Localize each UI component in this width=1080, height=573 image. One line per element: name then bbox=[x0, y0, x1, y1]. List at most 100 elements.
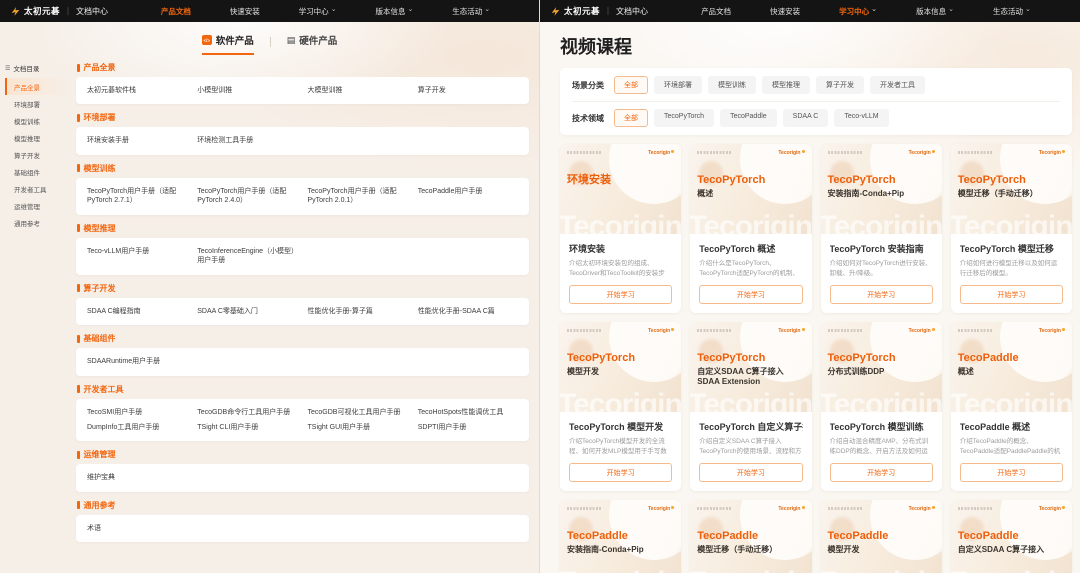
nav-item[interactable]: 产品文档 ⌄ bbox=[161, 6, 191, 17]
start-learning-button[interactable]: 开始学习 bbox=[699, 285, 802, 304]
video-course-card[interactable]: Tecorigin TecoPyTorch 安装指南-Conda+Pip Tec… bbox=[821, 144, 942, 313]
sidebar-item[interactable]: 开发者工具 bbox=[5, 180, 70, 197]
course-description: 介绍太初环境安装包的组成、TecoDriver和TecoToolkit的安装步骤… bbox=[569, 259, 672, 279]
doc-link[interactable]: TecoInferenceEngine（小模型）用户手册 bbox=[197, 247, 297, 266]
tab-divider bbox=[270, 37, 271, 47]
sidebar-item[interactable]: 模型推理 bbox=[5, 129, 70, 146]
sidebar-item[interactable]: 基础组件 bbox=[5, 163, 70, 180]
filter-chip[interactable]: TecoPyTorch bbox=[654, 109, 714, 127]
brand[interactable]: 太初元碁 ｜ 文档中心 bbox=[550, 5, 648, 17]
nav-item-label: 版本信息 bbox=[375, 6, 405, 17]
nav-item[interactable]: 生态活动 ⌄ bbox=[993, 6, 1031, 17]
filter-chip[interactable]: 模型推理 bbox=[762, 76, 810, 94]
doc-link[interactable]: TecoGDB可视化工具用户手册 bbox=[308, 408, 408, 417]
doc-link[interactable]: TecoPaddle用户手册 bbox=[418, 187, 518, 206]
course-description: 介绍自定义SDAA C算子接入TecoPyTorch的使用场景、流程和方法。 bbox=[699, 437, 802, 457]
doc-link[interactable]: 小模型训推 bbox=[197, 86, 297, 95]
video-course-card[interactable]: Tecorigin TecoPaddle 模型迁移（手动迁移） Tecorigi… bbox=[690, 500, 811, 573]
filter-chip[interactable]: 全部 bbox=[614, 109, 648, 127]
start-learning-button[interactable]: 开始学习 bbox=[699, 463, 802, 482]
video-course-card[interactable]: Tecorigin TecoPaddle 模型开发 Tecorigin Teco… bbox=[821, 500, 942, 573]
course-thumbnail: Tecorigin TecoPaddle 安装指南-Conda+Pip Teco… bbox=[560, 500, 681, 573]
section-header: 基础组件 bbox=[76, 331, 529, 348]
doc-link[interactable]: 性能优化手册-SDAA C篇 bbox=[418, 307, 518, 316]
section-card: TecoPyTorch用户手册（适配PyTorch 2.7.1） TecoPyTo… bbox=[76, 178, 529, 215]
start-learning-button[interactable]: 开始学习 bbox=[960, 463, 1063, 482]
doc-link[interactable]: 算子开发 bbox=[418, 86, 518, 95]
nav-item[interactable]: 产品文档 ⌄ bbox=[701, 6, 731, 17]
doc-link[interactable]: 环境安装手册 bbox=[87, 136, 187, 145]
video-course-card[interactable]: Tecorigin TecoPaddle 概述 Tecorigin TecoPa… bbox=[951, 322, 1072, 491]
video-course-card[interactable]: Tecorigin TecoPyTorch 模型迁移（手动迁移） Tecorig… bbox=[951, 144, 1072, 313]
thumbnail-header: Tecorigin bbox=[828, 150, 935, 156]
tecorigin-logo: Tecorigin bbox=[1039, 328, 1065, 334]
doc-link[interactable]: TecoPyTorch用户手册（适配PyTorch 2.0.1） bbox=[308, 187, 408, 206]
thumbnail-header: Tecorigin bbox=[567, 506, 674, 512]
video-course-card[interactable]: Tecorigin TecoPaddle 安装指南-Conda+Pip Teco… bbox=[560, 500, 681, 573]
doc-link[interactable]: SDAARuntime用户手册 bbox=[87, 357, 187, 366]
nav-item[interactable]: 学习中心 ⌄ bbox=[299, 6, 337, 17]
doc-link[interactable]: 维护宝典 bbox=[87, 473, 187, 482]
doc-link[interactable]: 术语 bbox=[87, 524, 187, 533]
sidebar-item[interactable]: 运维管理 bbox=[5, 197, 70, 214]
video-course-card[interactable]: Tecorigin TecoPyTorch 概述 Tecorigin TecoP… bbox=[690, 144, 811, 313]
sidebar-item[interactable]: 产品全景 bbox=[5, 78, 70, 95]
doc-link[interactable]: TSight CLI用户手册 bbox=[197, 423, 297, 432]
nav-menu-left: 产品文档 ⌄ 快速安装 ⌄ 学习中心 ⌄ 版本信息 ⌄ 生态活动 ⌄ bbox=[122, 6, 529, 17]
doc-link[interactable]: 太初元碁软件栈 bbox=[87, 86, 187, 95]
doc-link[interactable]: TecoPyTorch用户手册（适配PyTorch 2.4.0） bbox=[197, 187, 297, 206]
doc-link[interactable]: TecoGDB命令行工具用户手册 bbox=[197, 408, 297, 417]
doc-link[interactable]: Teco-vLLM用户手册 bbox=[87, 247, 187, 266]
filter-chip[interactable]: 全部 bbox=[614, 76, 648, 94]
docs-body: ☰ 文档目录 产品全景 环境部署 模型训练 模型推理 算子开发 bbox=[0, 58, 539, 548]
video-course-card[interactable]: Tecorigin TecoPyTorch 分布式训练DDP Tecorigin… bbox=[821, 322, 942, 491]
video-course-card[interactable]: Tecorigin 环境安装 Tecorigin 环境安装 介绍太初环境安装包的… bbox=[560, 144, 681, 313]
filter-chip[interactable]: Teco-vLLM bbox=[834, 109, 888, 127]
doc-link[interactable]: TecoPyTorch用户手册（适配PyTorch 2.7.1） bbox=[87, 187, 187, 206]
doc-link[interactable]: 性能优化手册-算子篇 bbox=[308, 307, 408, 316]
nav-item[interactable]: 生态活动 ⌄ bbox=[452, 6, 490, 17]
nav-item[interactable]: 学习中心 ⌄ bbox=[839, 6, 877, 17]
start-learning-button[interactable]: 开始学习 bbox=[830, 463, 933, 482]
nav-item-label: 快速安装 bbox=[230, 6, 260, 17]
video-course-card[interactable]: Tecorigin TecoPyTorch 自定义SDAA C算子接入 SDAA… bbox=[690, 322, 811, 491]
tab-hardware-products[interactable]: ▤ 硬件产品 bbox=[287, 33, 338, 55]
doc-link[interactable]: 环境检测工具手册 bbox=[197, 136, 297, 145]
start-learning-button[interactable]: 开始学习 bbox=[569, 285, 672, 304]
nav-item[interactable]: 快速安装 ⌄ bbox=[230, 6, 260, 17]
sidebar-item[interactable]: 模型训练 bbox=[5, 112, 70, 129]
filter-chip[interactable]: SDAA C bbox=[783, 109, 829, 127]
nav-item[interactable]: 版本信息 ⌄ bbox=[375, 6, 413, 17]
sidebar-item[interactable]: 环境部署 bbox=[5, 95, 70, 112]
brand[interactable]: 太初元碁 ｜ 文档中心 bbox=[10, 5, 108, 17]
doc-link[interactable]: TecoHotSpots性能调优工具 bbox=[418, 408, 518, 417]
doc-link[interactable]: DumpInfo工具用户手册 bbox=[87, 423, 187, 432]
section-title: 产品全景 bbox=[84, 62, 116, 73]
video-course-card[interactable]: Tecorigin TecoPaddle 自定义SDAA C算子接入 Tecor… bbox=[951, 500, 1072, 573]
nav-item[interactable]: 快速安装 ⌄ bbox=[770, 6, 800, 17]
video-course-card[interactable]: Tecorigin TecoPyTorch 模型开发 Tecorigin Tec… bbox=[560, 322, 681, 491]
filter-chip[interactable]: 模型训练 bbox=[708, 76, 756, 94]
filter-chip[interactable]: 环境部署 bbox=[654, 76, 702, 94]
doc-link[interactable]: SDAA C编程指南 bbox=[87, 307, 187, 316]
start-learning-button[interactable]: 开始学习 bbox=[569, 463, 672, 482]
doc-link[interactable]: SDPTI用户手册 bbox=[418, 423, 518, 432]
tab-software-products[interactable]: </> 软件产品 bbox=[202, 33, 254, 55]
product-docs-page: 太初元碁 ｜ 文档中心 产品文档 ⌄ 快速安装 ⌄ 学习中心 ⌄ 版本信息 bbox=[0, 0, 540, 573]
sidebar-item[interactable]: 算子开发 bbox=[5, 146, 70, 163]
filter-chip[interactable]: TecoPaddle bbox=[720, 109, 777, 127]
doc-section: 模型推理 Teco-vLLM用户手册TecoInferenceEngine（小模… bbox=[76, 221, 529, 275]
start-learning-button[interactable]: 开始学习 bbox=[960, 285, 1063, 304]
doc-link[interactable]: SDAA C零基础入门 bbox=[197, 307, 297, 316]
nav-item[interactable]: 版本信息 ⌄ bbox=[916, 6, 954, 17]
filter-chip[interactable]: 算子开发 bbox=[816, 76, 864, 94]
start-learning-button[interactable]: 开始学习 bbox=[830, 285, 933, 304]
doc-link[interactable]: TecoSMI用户手册 bbox=[87, 408, 187, 417]
sidebar-item[interactable]: 通用参考 bbox=[5, 214, 70, 231]
tecorigin-logo-icon bbox=[550, 6, 561, 17]
doc-link[interactable]: 大模型训推 bbox=[308, 86, 408, 95]
doc-link[interactable]: TSight GUI用户手册 bbox=[308, 423, 408, 432]
watermark-text: Tecorigin bbox=[690, 210, 811, 234]
course-card-body: 环境安装 介绍太初环境安装包的组成、TecoDriver和TecoToolkit… bbox=[560, 234, 681, 313]
filter-chip[interactable]: 开发者工具 bbox=[870, 76, 925, 94]
